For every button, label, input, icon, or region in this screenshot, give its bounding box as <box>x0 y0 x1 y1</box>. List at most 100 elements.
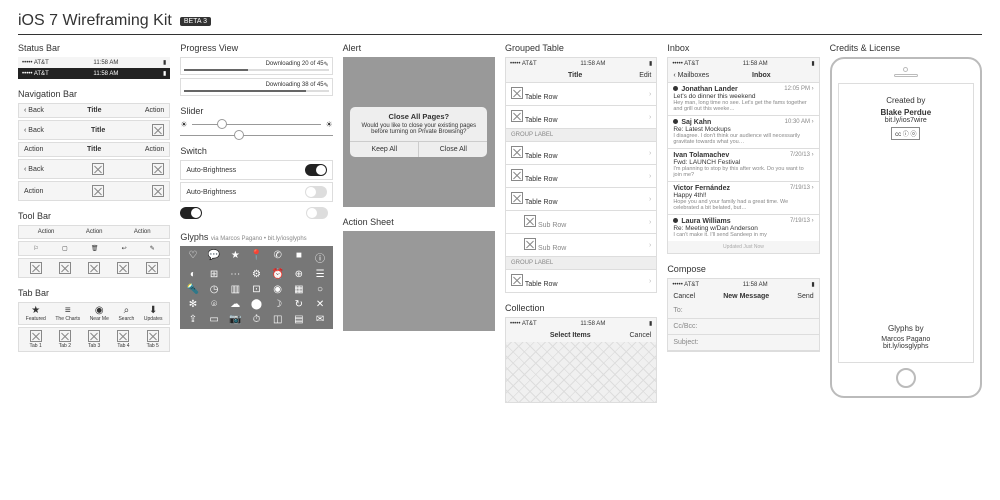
switch-toggle[interactable] <box>306 207 328 219</box>
tab-item[interactable]: ★Featured <box>26 305 46 322</box>
tab-item[interactable]: ⬇Updates <box>144 305 163 322</box>
nav-bar: ‹ Back <box>18 159 170 179</box>
inbox-item[interactable]: Laura Williams7/19/13 ›Re: Meeting w/Dan… <box>668 214 818 241</box>
tab-item[interactable]: ⌕Search <box>118 305 134 322</box>
tool-bar: Action Action Action <box>18 225 170 239</box>
section-glyphs: Glyphs via Marcos Pagano • bit.ly/iosgly… <box>180 232 332 329</box>
to-field[interactable]: To: <box>668 303 818 319</box>
trash-icon[interactable]: 🗑 <box>91 245 99 252</box>
speaker-icon <box>894 74 918 77</box>
nav-action[interactable]: Action <box>24 188 43 195</box>
progress-item: Downloading 20 of 45 ✎ <box>180 57 332 75</box>
inbox-item[interactable]: Ivan Tolamachev7/20/13 ›Fwd: LAUNCH Fest… <box>668 148 818 181</box>
tab-item[interactable]: Tab 4 <box>117 330 129 349</box>
back-button[interactable]: ‹ Back <box>24 107 44 114</box>
alert-keep-button[interactable]: Keep All <box>350 142 419 157</box>
tab-item[interactable]: Tab 5 <box>147 330 159 349</box>
send-button[interactable]: Send <box>797 293 813 300</box>
compose-icon[interactable]: ✎ <box>150 245 155 252</box>
bookmark-icon: ▭ <box>206 314 223 325</box>
table-row[interactable]: Table Row› <box>506 164 656 187</box>
nav-action[interactable]: Action <box>145 146 164 153</box>
toolbar-action[interactable]: Action <box>134 229 151 235</box>
nav-action[interactable]: Action <box>145 107 164 114</box>
nav-title: Select Items <box>550 332 591 339</box>
table-row[interactable]: Table Row› <box>506 141 656 164</box>
placeholder-icon[interactable] <box>117 262 129 274</box>
compose-view: ••••• AT&T11:58 AM▮ Cancel New Message S… <box>667 278 819 352</box>
table-row[interactable]: Table Row› <box>506 105 656 128</box>
app-icon: ▦ <box>290 284 307 295</box>
author-link[interactable]: bit.ly/ios7wire <box>845 117 967 124</box>
switch-label: Auto-Brightness <box>186 189 236 196</box>
tab-item[interactable]: Tab 3 <box>88 330 100 349</box>
section-grouped-table: Grouped Table ••••• AT&T11:58 AM▮ Title … <box>505 43 657 293</box>
switch-toggle[interactable] <box>180 207 202 219</box>
tab-item[interactable]: Tab 1 <box>30 330 42 349</box>
camera-dot <box>903 67 908 72</box>
placeholder-icon[interactable] <box>88 262 100 274</box>
cancel-button[interactable]: Cancel <box>673 293 695 300</box>
inbox-item[interactable]: Victor Fernández7/19/13 ›Happy 4th!!Hope… <box>668 181 818 214</box>
nav-title: New Message <box>723 293 769 300</box>
flag-icon[interactable]: ⚐ <box>34 245 39 252</box>
collection-view: ••••• AT&T11:58 AM▮ Select Items Cancel <box>505 317 657 403</box>
list-icon: ☰ <box>311 269 328 280</box>
page-header: iOS 7 Wireframing Kit BETA 3 <box>18 12 982 35</box>
cc-field[interactable]: Cc/Bcc: <box>668 319 818 335</box>
time-label: 11:58 AM <box>93 60 118 66</box>
switch-toggle[interactable] <box>305 164 327 176</box>
tab-item[interactable]: ◉Near Me <box>90 305 109 322</box>
tab-item[interactable]: ≡The Charts <box>55 305 80 322</box>
table-subrow[interactable]: Sub Row› <box>506 233 656 256</box>
wifi-icon: ✻ <box>184 299 201 310</box>
tab-item[interactable]: Tab 2 <box>59 330 71 349</box>
table-row[interactable]: Table Row› <box>506 82 656 105</box>
mail-icon: ✉ <box>311 314 328 325</box>
section-title: Navigation Bar <box>18 89 170 99</box>
alert-close-button[interactable]: Close All <box>419 142 487 157</box>
keypad-icon: ⊡ <box>248 284 265 295</box>
placeholder-icon[interactable] <box>146 262 158 274</box>
collection-grid[interactable] <box>506 342 656 402</box>
placeholder-icon[interactable] <box>59 262 71 274</box>
nav-title: Title <box>87 146 101 153</box>
section-title: Action Sheet <box>343 217 495 227</box>
folder-icon[interactable]: ▢ <box>62 245 68 252</box>
glyphs-link[interactable]: bit.ly/iosglyphs <box>845 343 967 350</box>
placeholder-icon[interactable] <box>152 124 164 136</box>
brightness-slider[interactable]: ☀ ☀ <box>180 120 332 129</box>
placeholder-icon[interactable] <box>30 262 42 274</box>
edit-button[interactable]: Edit <box>639 72 651 79</box>
placeholder-icon[interactable] <box>152 185 164 197</box>
moon-icon: ☽ <box>269 299 286 310</box>
table-row[interactable]: Table Row› <box>506 269 656 292</box>
alert-backdrop: Close All Pages? Would you like to close… <box>343 57 495 207</box>
home-button[interactable] <box>896 368 916 388</box>
nav-title: Title <box>87 107 101 114</box>
switch-toggle[interactable] <box>305 186 327 198</box>
inbox-item[interactable]: Jonathan Lander12:05 PM ›Let's do dinner… <box>668 82 818 115</box>
subject-field[interactable]: Subject: <box>668 335 818 351</box>
cancel-button[interactable]: Cancel <box>630 332 652 339</box>
slider[interactable] <box>180 135 332 136</box>
switch-row: Auto-Brightness <box>180 160 332 180</box>
toolbar-action[interactable]: Action <box>86 229 103 235</box>
section-title: Grouped Table <box>505 43 657 53</box>
lock-icon: ⬤ <box>248 299 265 310</box>
reply-icon[interactable]: ↩ <box>122 245 127 252</box>
group-label: GROUP LABEL <box>506 128 656 141</box>
toolbar-action[interactable]: Action <box>38 229 55 235</box>
time-label: 11:58 AM <box>93 71 118 77</box>
alert-title: Close All Pages? <box>350 107 487 123</box>
section-switch: Switch Auto-Brightness Auto-Brightness <box>180 146 332 222</box>
table-subrow[interactable]: Sub Row› <box>506 210 656 233</box>
nav-action[interactable]: Action <box>24 146 43 153</box>
table-row[interactable]: Table Row› <box>506 187 656 210</box>
reload-icon: ↻ <box>290 299 307 310</box>
back-button[interactable]: ‹ Back <box>24 127 44 134</box>
back-button[interactable]: ‹ Back <box>24 166 44 173</box>
inbox-item[interactable]: Saj Kahn10:30 AM ›Re: Latest MockupsI di… <box>668 115 818 148</box>
placeholder-icon[interactable] <box>152 163 164 175</box>
back-button[interactable]: ‹ Mailboxes <box>673 72 709 79</box>
